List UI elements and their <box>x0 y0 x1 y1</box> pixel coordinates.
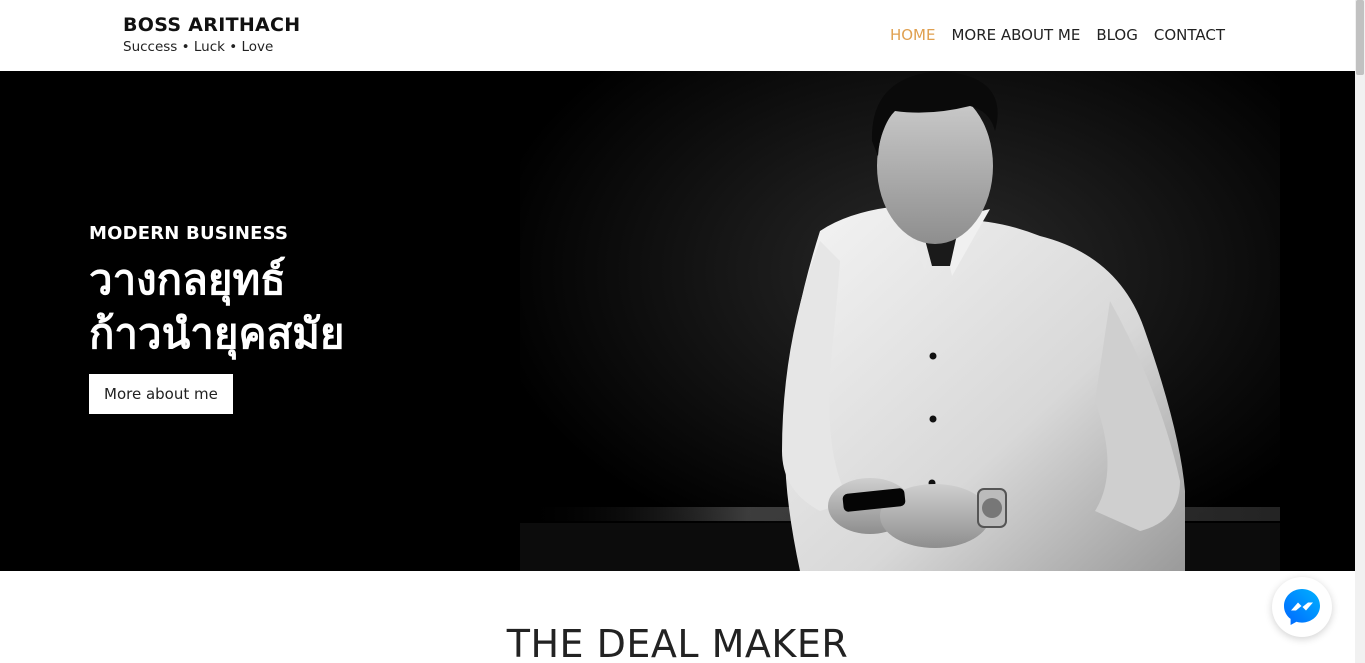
section-title: THE DEAL MAKER <box>506 622 849 663</box>
brand[interactable]: BOSS ARITHACH Success • Luck • Love <box>123 13 300 56</box>
site-title[interactable]: BOSS ARITHACH <box>123 13 300 37</box>
nav-item-home[interactable]: HOME <box>890 25 936 45</box>
messenger-icon <box>1284 589 1320 625</box>
more-about-me-button[interactable]: More about me <box>89 374 233 414</box>
nav-item-blog[interactable]: BLOG <box>1096 25 1138 45</box>
nav-item-contact[interactable]: CONTACT <box>1154 25 1225 45</box>
hero-banner: MODERN BUSINESS วางกลยุทธ์ ก้าวนำยุคสมัย… <box>0 71 1355 571</box>
hero-heading-line-2: ก้าวนำยุคสมัย <box>89 309 345 358</box>
site-tagline: Success • Luck • Love <box>123 39 274 55</box>
hero-heading: วางกลยุทธ์ ก้าวนำยุคสมัย <box>89 253 345 361</box>
hero-content: MODERN BUSINESS วางกลยุทธ์ ก้าวนำยุคสมัย… <box>89 223 345 414</box>
scrollbar-thumb[interactable] <box>1356 0 1364 75</box>
site-header: BOSS ARITHACH Success • Luck • Love HOME… <box>0 0 1355 71</box>
page-scrollbar[interactable] <box>1355 0 1365 663</box>
main-nav: HOME MORE ABOUT ME BLOG CONTACT <box>890 25 1225 45</box>
messenger-chat-button[interactable] <box>1272 577 1332 637</box>
hero-portrait-image <box>520 71 1280 571</box>
hero-heading-line-1: วางกลยุทธ์ <box>89 255 286 304</box>
nav-item-more-about-me[interactable]: MORE ABOUT ME <box>951 25 1080 45</box>
hero-kicker: MODERN BUSINESS <box>89 223 289 244</box>
